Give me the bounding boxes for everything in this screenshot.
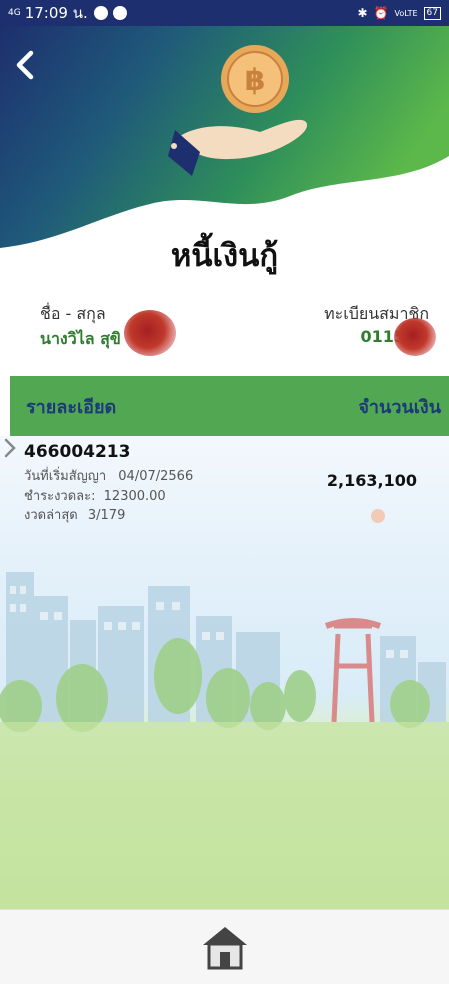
giant-swing [331, 623, 375, 723]
loan-list: 466004213 วันที่เริ่มสัญญา 04/07/2566 ชำ… [0, 436, 449, 909]
last-installment-label: งวดล่าสุด [24, 508, 78, 523]
home-button[interactable] [198, 920, 252, 974]
volte-indicator: VoLTE [394, 8, 418, 18]
bottom-nav [0, 909, 449, 984]
chrome-icon [93, 6, 108, 20]
page-title: หนี้เงินกู้ [170, 238, 279, 274]
header-banner: ฿ [0, 26, 449, 256]
amount-column-header: จำนวนเงิน [358, 396, 441, 418]
installment-label: ชำระงวดละ: [24, 489, 96, 504]
chevron-right-icon [4, 438, 16, 458]
status-time: 17:09 น. [24, 4, 88, 22]
loan-number: 466004213 [24, 442, 131, 462]
status-bar: 4G 17:09 น. ✱ ⏰ VoLTE 67 [0, 0, 449, 26]
coin-icon: ฿ [221, 45, 289, 113]
svg-text:฿: ฿ [245, 63, 266, 98]
installment-value: 12300.00 [103, 489, 166, 504]
home-icon [202, 927, 247, 970]
name-value: นางวิไล สุขิ [40, 329, 121, 348]
redaction-mark [394, 318, 436, 356]
header-background: ฿ [0, 26, 449, 248]
loan-amount: 2,163,100 [326, 471, 417, 490]
loan-row[interactable]: 466004213 วันที่เริ่มสัญญา 04/07/2566 ชำ… [0, 436, 449, 526]
chevron-left-icon [16, 50, 34, 80]
last-installment-value: 3/179 [87, 508, 126, 523]
start-date-line: วันที่เริ่มสัญญา 04/07/2566 [24, 465, 193, 486]
installment-line: ชำระงวดละ: 12300.00 [24, 485, 166, 506]
detail-column-header: รายละเอียด [26, 396, 117, 418]
battery-indicator: 67 [423, 6, 441, 20]
start-date-label: วันที่เริ่มสัญญา [24, 469, 107, 484]
alarm-icon: ⏰ [373, 6, 389, 20]
table-header: รายละเอียด จำนวนเงิน [10, 376, 449, 436]
notification-icon [112, 6, 127, 20]
last-installment-line: งวดล่าสุด 3/179 [24, 504, 125, 525]
start-date-value: 04/07/2566 [118, 469, 194, 484]
redaction-mark [124, 310, 176, 356]
name-label: ชื่อ - สกุล [40, 304, 106, 323]
bluetooth-icon: ✱ [357, 6, 368, 20]
back-button[interactable] [14, 50, 44, 86]
network-indicator: 4G [8, 7, 21, 18]
